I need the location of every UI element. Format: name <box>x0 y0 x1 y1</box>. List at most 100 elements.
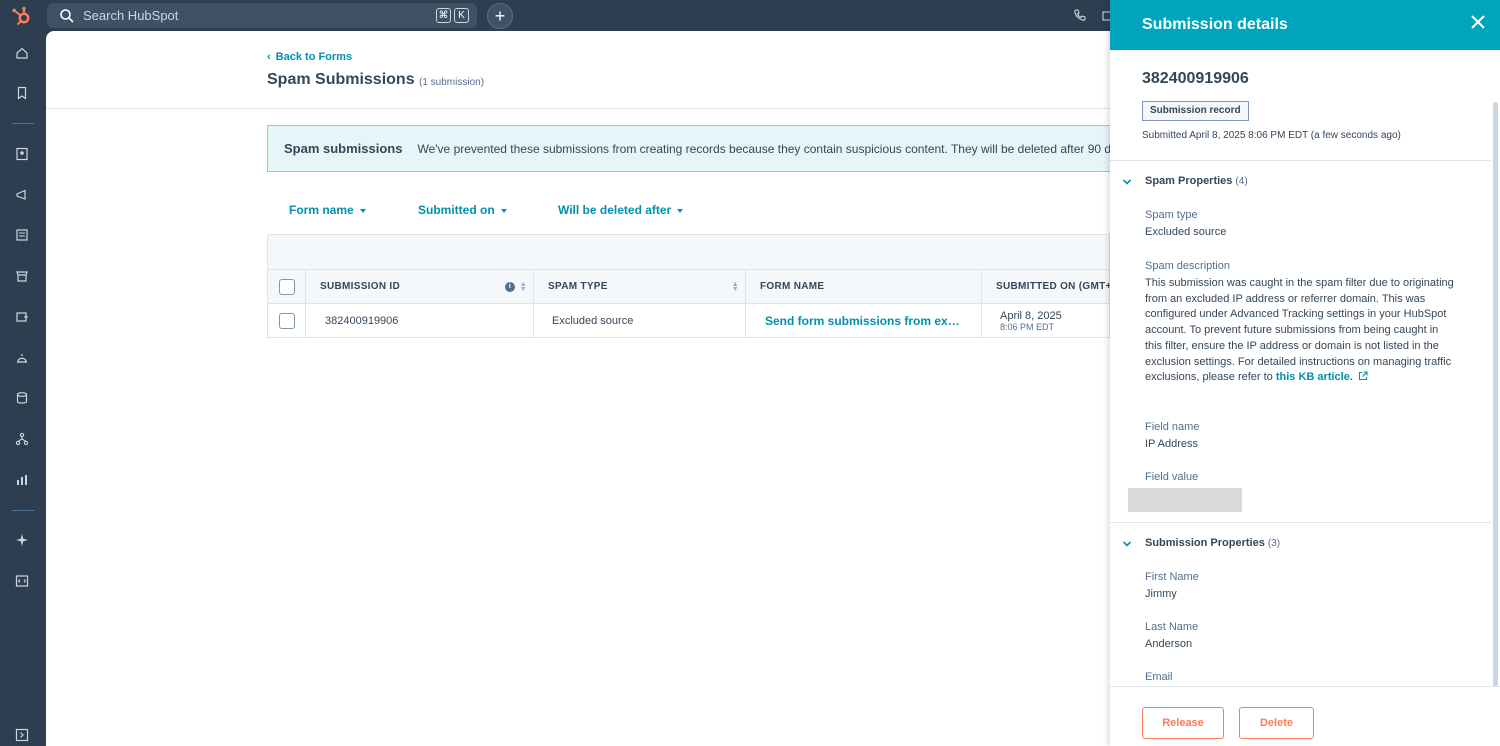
first-name-label: First Name <box>1145 571 1199 583</box>
sort-icon[interactable]: ▲ ▼ <box>732 281 739 293</box>
submission-properties-toggle[interactable]: Submission Properties (3) <box>1145 537 1280 549</box>
panel-title: Submission details <box>1142 16 1288 33</box>
caret-down-icon <box>677 208 684 213</box>
spam-description-label: Spam description <box>1145 260 1230 272</box>
field-name-value: IP Address <box>1145 438 1198 450</box>
content-icon[interactable] <box>13 226 31 244</box>
release-button[interactable]: Release <box>1142 707 1224 739</box>
sidebar-divider <box>12 123 34 124</box>
spam-description-value: This submission was caught in the spam f… <box>1145 276 1455 386</box>
filter-label: Will be deleted after <box>558 203 672 217</box>
search-icon <box>60 8 74 23</box>
panel-footer: Release Delete <box>1110 686 1500 746</box>
submitted-date: April 8, 2025 <box>1000 309 1062 322</box>
marketing-icon[interactable] <box>13 186 31 204</box>
column-label: SUBMISSION ID <box>320 281 401 292</box>
automation-icon[interactable] <box>13 430 31 448</box>
form-name-link[interactable]: Send form submissions from ex… <box>746 304 982 337</box>
phone-icon[interactable] <box>1073 8 1087 22</box>
submitted-on-cell: April 8, 2025 8:06 PM EDT <box>982 304 1110 337</box>
column-header-submitted-on[interactable]: SUBMITTED ON (GMT+1) <box>982 270 1110 303</box>
field-name-label: Field name <box>1145 421 1200 433</box>
section-count: (4) <box>1235 176 1248 187</box>
banner-text: We've prevented these submissions from c… <box>417 141 1110 156</box>
sort-icon[interactable]: ▲ ▼ <box>520 281 527 293</box>
back-to-forms-link[interactable]: ‹ Back to Forms <box>267 51 352 63</box>
column-header-form-name[interactable]: FORM NAME <box>746 270 982 303</box>
developer-icon[interactable] <box>13 572 31 590</box>
filter-label: Submitted on <box>418 203 495 217</box>
banner-title: Spam submissions <box>284 141 403 156</box>
submitted-on-filter[interactable]: Submitted on <box>418 203 507 217</box>
column-header-submission-id[interactable]: SUBMISSION ID i ▲ ▼ <box>306 270 534 303</box>
spam-type-label: Spam type <box>1145 209 1198 221</box>
last-name-value: Anderson <box>1145 638 1193 650</box>
k-key: K <box>454 8 469 23</box>
sidebar-divider <box>12 510 34 511</box>
submitted-time: 8:06 PM EDT <box>1000 321 1055 332</box>
command-key: ⌘ <box>436 8 451 23</box>
search-placeholder: Search HubSpot <box>83 8 179 23</box>
row-checkbox[interactable] <box>279 312 295 329</box>
spam-type-cell: Excluded source <box>534 304 746 337</box>
home-icon[interactable] <box>13 44 31 62</box>
close-icon[interactable] <box>1470 14 1486 30</box>
select-all-checkbox[interactable] <box>279 278 295 295</box>
submission-id-cell: 382400919906 <box>306 304 534 337</box>
external-link-icon <box>1358 371 1368 381</box>
form-name-filter[interactable]: Form name <box>289 203 366 217</box>
table-row[interactable]: 382400919906 Excluded source Send form s… <box>267 304 1110 338</box>
first-name-value: Jimmy <box>1145 588 1177 600</box>
contacts-icon[interactable] <box>13 145 31 163</box>
submissions-table: SUBMISSION ID i ▲ ▼ SPAM TYPE ▲ ▼ FORM NAM… <box>267 234 1110 338</box>
section-count: (3) <box>1267 538 1281 549</box>
create-new-button[interactable]: + <box>487 3 513 29</box>
kb-article-label: this KB article. <box>1275 371 1353 384</box>
reporting-icon[interactable] <box>13 471 31 489</box>
search-shortcut: ⌘ K <box>436 8 469 23</box>
submitted-timestamp: Submitted April 8, 2025 8:06 PM EDT (a f… <box>1142 130 1401 141</box>
submission-details-panel: Submission details 382400919906 Submissi… <box>1110 0 1500 746</box>
submission-record-button[interactable]: Submission record <box>1142 101 1249 121</box>
sales-icon[interactable] <box>13 308 31 326</box>
table-toolbar <box>267 234 1110 269</box>
expand-sidebar-icon[interactable] <box>13 726 31 744</box>
column-label: FORM NAME <box>760 281 825 292</box>
service-icon[interactable] <box>13 349 31 367</box>
info-icon[interactable]: i <box>505 282 515 292</box>
deleted-after-filter[interactable]: Will be deleted after <box>558 203 684 217</box>
data-management-icon[interactable] <box>13 389 31 407</box>
bookmark-icon[interactable] <box>13 84 31 102</box>
main-content: ‹ Back to Forms Spam Submissions (1 submi… <box>46 31 1110 746</box>
panel-body: 382400919906 Submission record Submitted… <box>1110 50 1500 686</box>
hubspot-logo-icon[interactable] <box>10 5 32 27</box>
section-divider <box>1110 160 1491 161</box>
submission-count: (1 submission) <box>419 77 485 88</box>
column-label: SPAM TYPE <box>548 281 608 292</box>
chevron-left-icon: ‹ <box>267 51 271 63</box>
back-link-label: Back to Forms <box>275 51 353 63</box>
delete-button[interactable]: Delete <box>1239 707 1314 739</box>
chevron-down-icon[interactable] <box>1122 539 1132 549</box>
last-name-label: Last Name <box>1145 621 1199 633</box>
page-title: Spam Submissions <box>267 71 415 88</box>
spam-properties-toggle[interactable]: Spam Properties (4) <box>1145 175 1248 187</box>
submission-id-heading: 382400919906 <box>1142 70 1249 87</box>
caret-down-icon <box>500 208 507 213</box>
search-input[interactable]: Search HubSpot ⌘ K <box>47 3 477 28</box>
chevron-down-icon[interactable] <box>1122 177 1132 187</box>
spam-info-banner: Spam submissions We've prevented these s… <box>267 125 1110 172</box>
breeze-ai-icon[interactable] <box>13 531 31 549</box>
spam-type-value: Excluded source <box>1145 226 1227 238</box>
column-header-spam-type[interactable]: SPAM TYPE ▲ ▼ <box>534 270 746 303</box>
panel-scrollbar[interactable] <box>1493 102 1498 686</box>
row-select-cell <box>268 304 306 337</box>
kb-article-link[interactable]: this KB article. <box>1276 371 1368 383</box>
caret-down-icon <box>359 208 366 213</box>
left-sidebar <box>0 31 46 746</box>
section-title-label: Spam Properties <box>1145 175 1233 187</box>
section-title-label: Submission Properties <box>1145 537 1265 549</box>
commerce-icon[interactable] <box>13 267 31 285</box>
redacted-field-value <box>1128 488 1242 512</box>
column-label: SUBMITTED ON (GMT+1) <box>996 281 1110 292</box>
